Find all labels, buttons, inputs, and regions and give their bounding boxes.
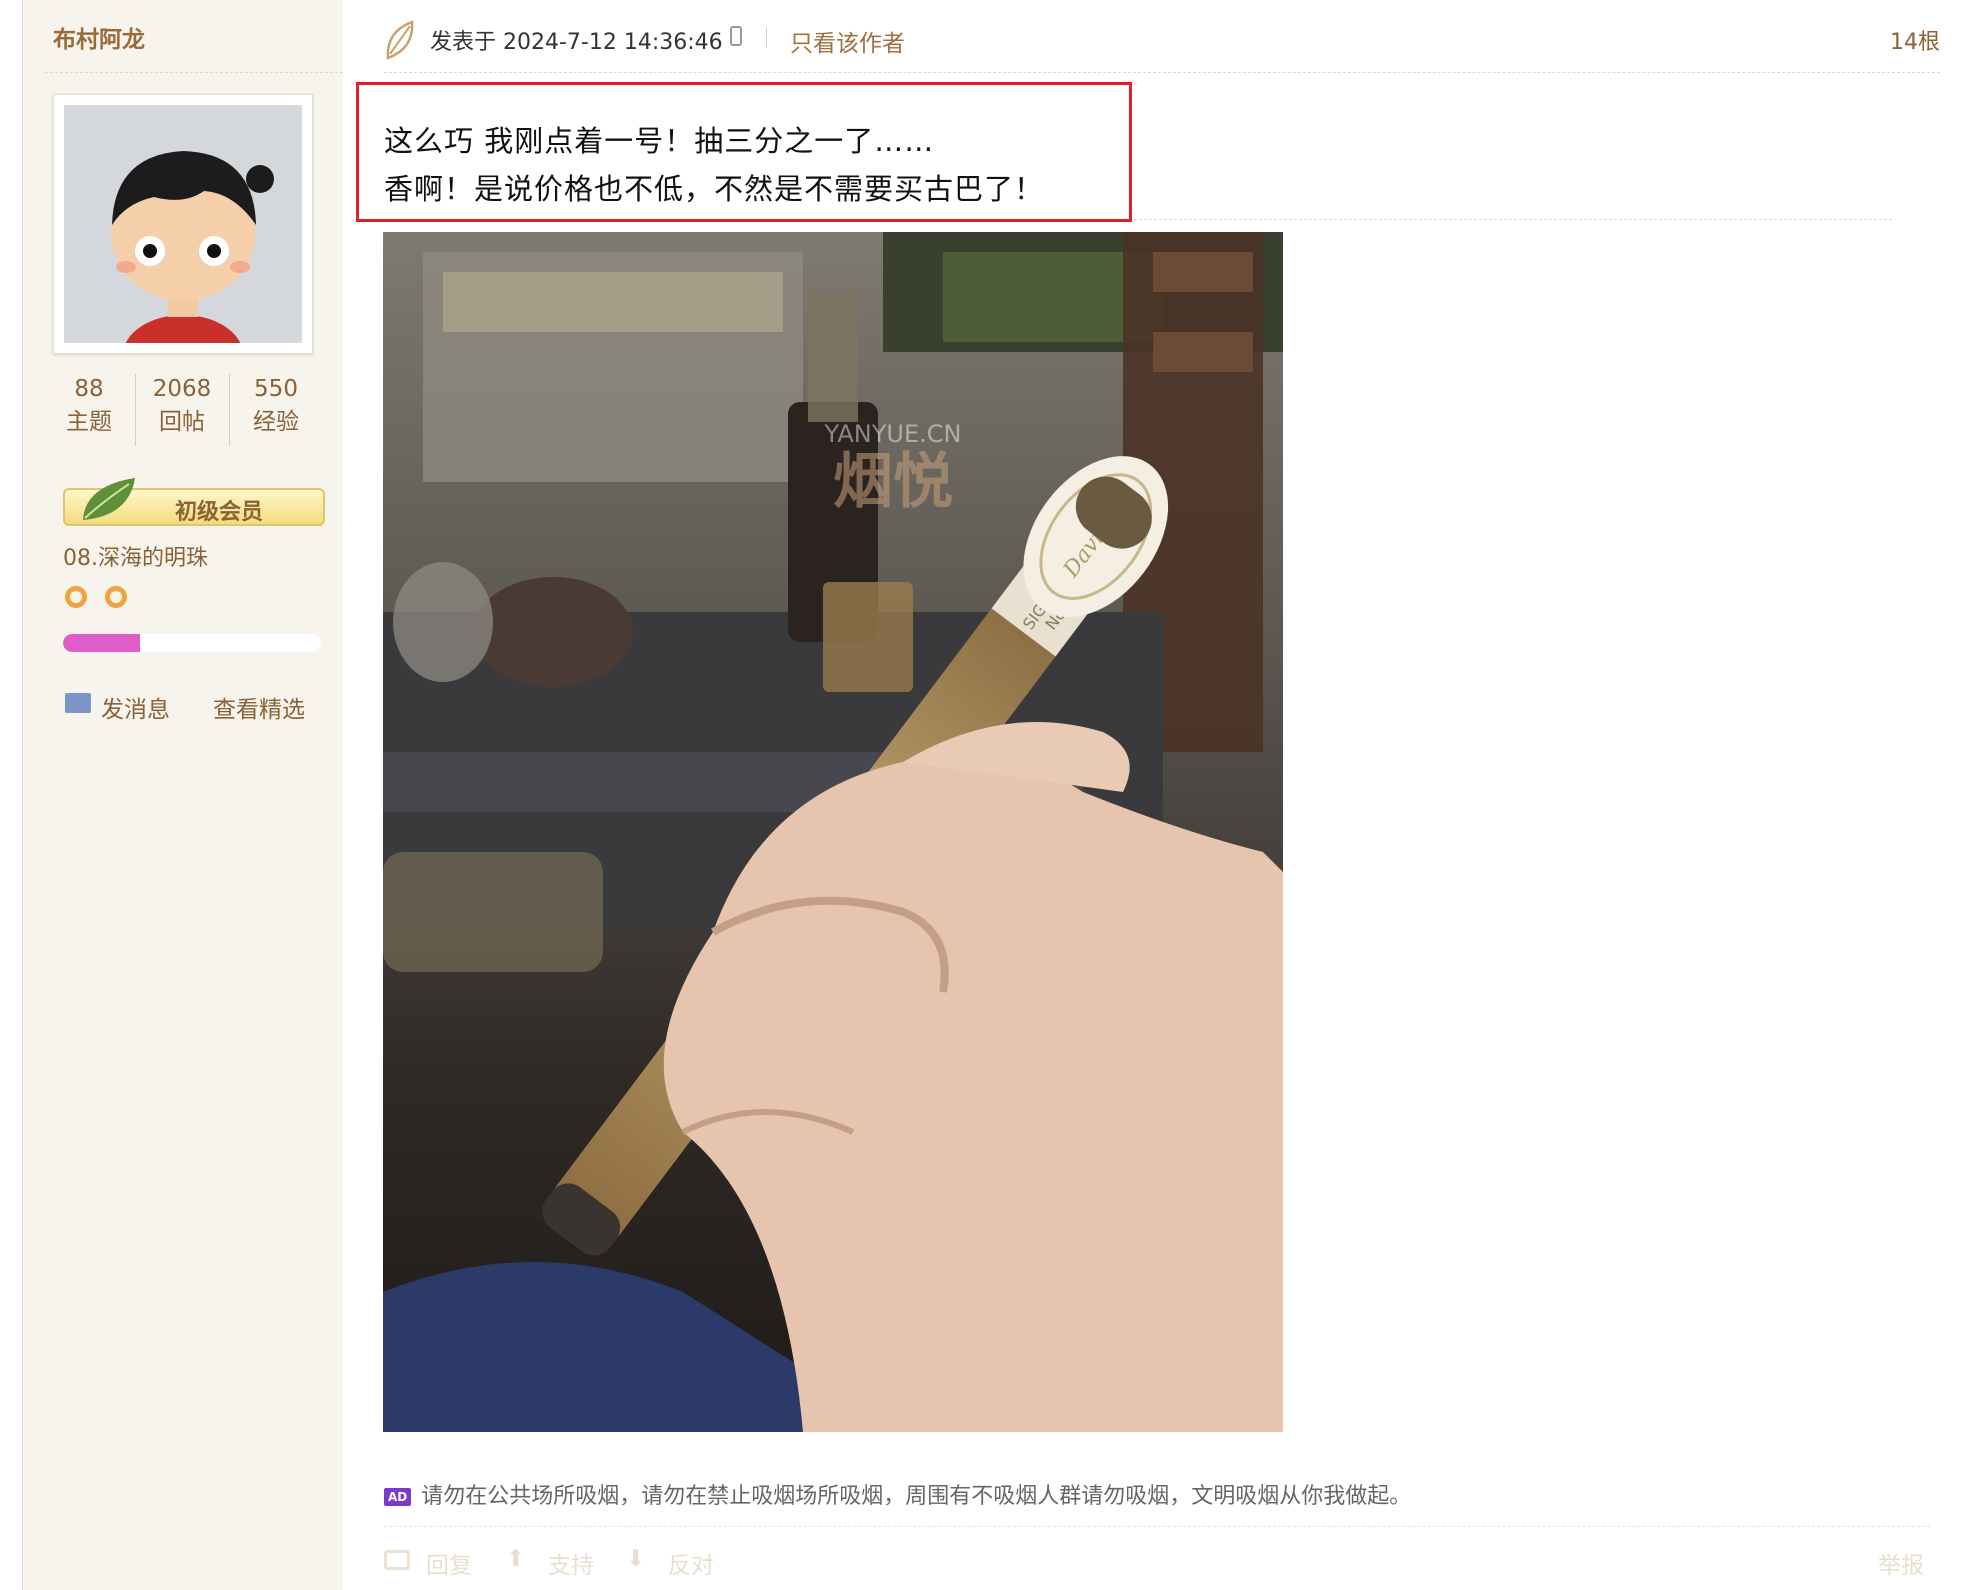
send-message-label: 发消息 — [101, 697, 170, 723]
support-label: 支持 — [548, 1553, 594, 1579]
send-message-button[interactable]: 发消息 — [65, 690, 185, 723]
divider — [1134, 219, 1892, 220]
divider — [384, 1526, 1930, 1527]
stat-topics-label: 主题 — [66, 409, 112, 435]
stat-replies[interactable]: 2068 回帖 — [136, 374, 228, 440]
support-button[interactable]: ⬆ 支持 — [506, 1546, 606, 1579]
thumb-down-icon: ⬇ — [626, 1546, 646, 1572]
post-leaf-icon — [386, 20, 414, 60]
stat-topics-value: 88 — [74, 376, 104, 402]
comment-icon — [384, 1550, 410, 1570]
oppose-button[interactable]: ⬇ 反对 — [626, 1546, 726, 1579]
post-photo[interactable]: SIGNAT No1 Davidoff YANYUE.CN 烟悦 — [383, 232, 1283, 1432]
view-featured-link[interactable]: 查看精选 — [213, 690, 305, 724]
reply-label: 回复 — [426, 1553, 472, 1579]
author-username[interactable]: 布村阿龙 — [53, 20, 145, 54]
rank-name: 08.深海的明珠 — [63, 546, 208, 571]
stat-replies-value: 2068 — [152, 376, 212, 402]
thumb-up-icon: ⬆ — [506, 1546, 526, 1572]
stat-experience-value: 550 — [254, 376, 298, 402]
author-sidebar: 布村阿龙 88 主题 2068 回帖 550 经验 初级会员 08.深海的明珠 … — [22, 0, 343, 1590]
stat-topics[interactable]: 88 主题 — [43, 374, 135, 440]
cigar-photo: SIGNAT No1 Davidoff YANYUE.CN 烟悦 — [383, 232, 1283, 1432]
sun-icon — [65, 586, 87, 608]
watermark-site-text: YANYUE.CN — [824, 420, 962, 448]
floor-number[interactable]: 14根 — [1890, 24, 1940, 56]
report-link[interactable]: 举报 — [1878, 1546, 1924, 1580]
ad-text: 请勿在公共场所吸烟，请勿在禁止吸烟场所吸烟，周围有不吸烟人群请勿吸烟，文明吸烟从… — [421, 1484, 1412, 1509]
stat-experience-label: 经验 — [253, 409, 299, 435]
member-badge: 初级会员 — [63, 478, 325, 526]
post-line-2: 香啊！是说价格也不低，不然是不需要买古巴了！ — [384, 172, 1045, 206]
avatar[interactable] — [53, 94, 313, 354]
leaf-icon — [83, 478, 135, 520]
avatar-image — [64, 105, 302, 343]
post-timestamp: 发表于 2024-7-12 14:36:46 — [430, 30, 723, 55]
divider — [45, 72, 343, 73]
stat-experience[interactable]: 550 经验 — [230, 374, 322, 440]
ad-notice: AD 请勿在公共场所吸烟，请勿在禁止吸烟场所吸烟，周围有不吸烟人群请勿吸烟，文明吸… — [384, 1478, 1411, 1510]
author-only-link[interactable]: 只看该作者 — [790, 24, 905, 58]
mobile-icon — [730, 26, 742, 46]
rank-progress-fill — [63, 634, 141, 652]
watermark-brand-text: 烟悦 — [833, 447, 953, 517]
badge-label: 初级会员 — [175, 500, 264, 525]
post-line-1: 这么巧 我刚点着一号！抽三分之一了…… — [384, 124, 935, 158]
divider — [384, 72, 1940, 73]
divider — [766, 28, 767, 48]
rank-progress-bar — [63, 634, 321, 652]
mail-icon — [65, 693, 91, 713]
stat-replies-label: 回帖 — [159, 409, 205, 435]
reply-button[interactable]: 回复 — [384, 1546, 484, 1579]
oppose-label: 反对 — [668, 1553, 714, 1579]
ad-badge: AD — [384, 1488, 412, 1506]
sun-icon — [105, 586, 127, 608]
